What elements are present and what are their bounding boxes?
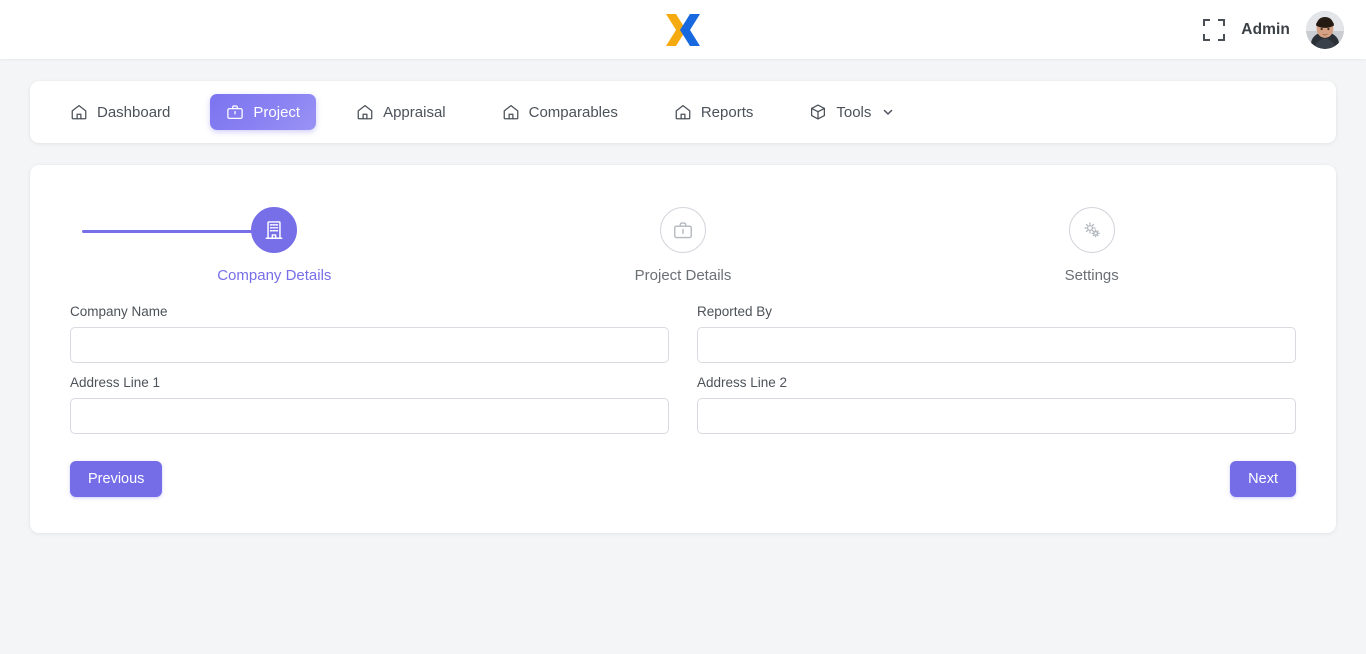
nav-item-dashboard[interactable]: Dashboard [54, 94, 186, 130]
avatar[interactable] [1306, 10, 1344, 49]
nav-item-project[interactable]: Project [210, 94, 317, 130]
address-line-2-input[interactable] [697, 398, 1296, 434]
logo-x-icon[interactable] [662, 8, 704, 52]
reported-by-input[interactable] [697, 327, 1296, 363]
company-details-form: Company Name Reported By Address Line 1 … [70, 304, 1296, 434]
address-line-1-label: Address Line 1 [70, 375, 161, 390]
nav-item-label: Appraisal [383, 103, 446, 121]
next-button[interactable]: Next [1230, 461, 1296, 497]
chevron-down-icon[interactable] [882, 106, 894, 118]
home-icon [70, 103, 88, 121]
company-name-input[interactable] [70, 327, 669, 363]
nav-item-label: Dashboard [97, 103, 171, 121]
main-nav: Dashboard Project Appraisal Comparables [30, 81, 1336, 143]
step-settings[interactable]: Settings [887, 207, 1296, 284]
nav-item-reports[interactable]: Reports [658, 94, 770, 130]
top-bar-right: Admin [1203, 0, 1344, 59]
page-body: Dashboard Project Appraisal Comparables [0, 59, 1366, 533]
admin-label: Admin [1241, 20, 1290, 38]
box-icon [809, 103, 827, 121]
reported-by-label: Reported By [697, 304, 773, 319]
home-icon [674, 103, 692, 121]
nav-item-label: Reports [700, 103, 754, 121]
step-label: Settings [1064, 267, 1119, 284]
nav-item-label: Tools [836, 103, 872, 121]
nav-item-comparables[interactable]: Comparables [486, 94, 634, 130]
field-address-line-2: Address Line 2 [697, 375, 1296, 434]
fullscreen-icon[interactable] [1203, 18, 1226, 41]
company-name-label: Company Name [70, 304, 168, 319]
step-label: Project Details [634, 267, 732, 284]
nav-item-tools[interactable]: Tools [793, 94, 910, 130]
field-reported-by: Reported By [697, 304, 1296, 363]
home-icon [356, 103, 374, 121]
gears-icon [1068, 207, 1115, 253]
home-icon [502, 103, 520, 121]
wizard-card: Company Details Project Details Settings… [30, 165, 1336, 533]
field-company-name: Company Name [70, 304, 669, 363]
nav-item-label: Project [253, 103, 301, 121]
nav-item-appraisal[interactable]: Appraisal [340, 94, 462, 130]
briefcase-icon [660, 207, 706, 253]
wizard-stepper: Company Details Project Details Settings [70, 207, 1296, 292]
address-line-1-input[interactable] [70, 398, 669, 434]
building-icon [251, 207, 298, 253]
nav-item-label: Comparables [528, 103, 618, 121]
address-line-2-label: Address Line 2 [697, 375, 788, 390]
step-company-details[interactable]: Company Details [70, 207, 479, 284]
top-bar: Admin [0, 0, 1366, 59]
briefcase-icon [226, 103, 244, 121]
step-label: Company Details [217, 267, 332, 284]
wizard-actions: Previous Next [70, 461, 1296, 497]
previous-button[interactable]: Previous [70, 461, 163, 497]
step-project-details[interactable]: Project Details [479, 207, 888, 284]
field-address-line-1: Address Line 1 [70, 375, 669, 434]
